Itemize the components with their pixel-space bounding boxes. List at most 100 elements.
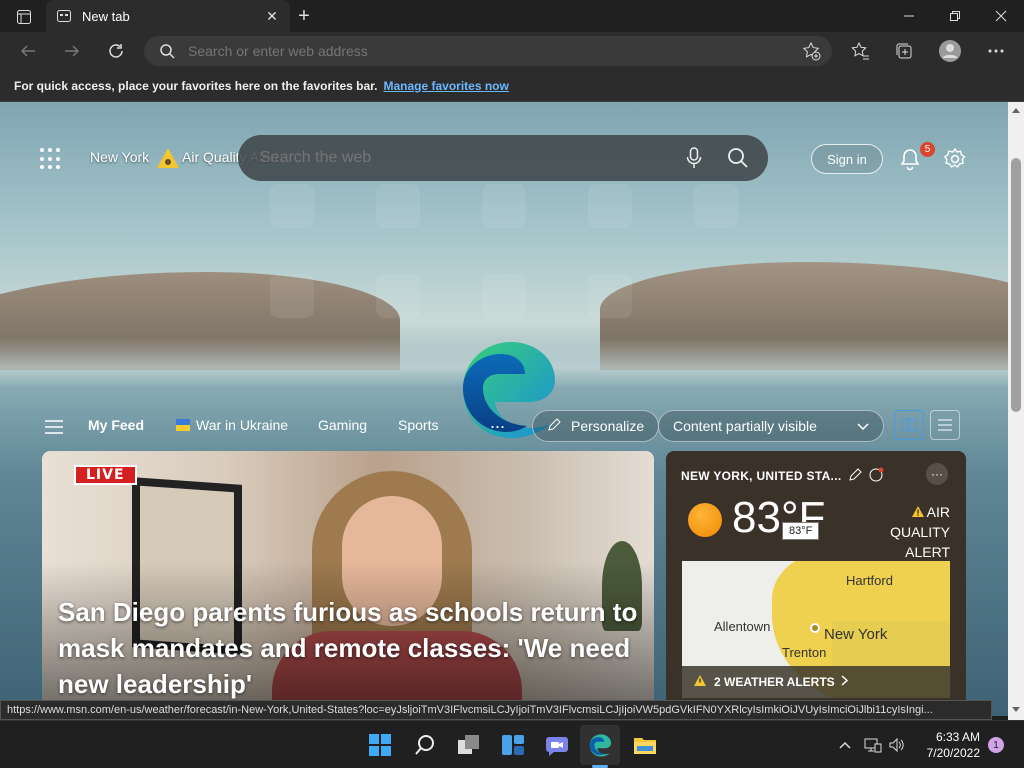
quick-link-tile[interactable] xyxy=(588,184,632,228)
browser-toolbar xyxy=(0,32,1024,70)
sunny-weather-icon xyxy=(688,503,722,537)
scrollbar-thumb[interactable] xyxy=(1011,158,1021,412)
scroll-up-arrow-icon[interactable] xyxy=(1008,102,1024,118)
web-search-box[interactable] xyxy=(238,135,768,181)
address-input[interactable] xyxy=(176,43,800,59)
personalize-button[interactable]: Personalize xyxy=(532,410,660,442)
tab-my-feed[interactable]: My Feed xyxy=(88,417,144,433)
microphone-icon[interactable] xyxy=(680,144,708,172)
chevron-down-icon xyxy=(857,418,869,434)
close-window-button[interactable] xyxy=(978,0,1024,32)
favorites-bar: For quick access, place your favorites h… xyxy=(0,70,1024,102)
manage-favorites-link[interactable]: Manage favorites now xyxy=(383,79,508,93)
quick-link-tile[interactable] xyxy=(588,274,632,318)
search-icon[interactable] xyxy=(411,731,439,759)
hero-headline[interactable]: San Diego parents furious as schools ret… xyxy=(58,594,638,702)
task-view-icon[interactable] xyxy=(455,731,483,759)
new-tab-page: New York Air Quality Alert Sign in 5 xyxy=(0,102,1008,716)
network-icon[interactable] xyxy=(864,736,882,754)
chevron-right-icon xyxy=(841,675,848,689)
back-icon[interactable] xyxy=(14,37,42,65)
scroll-down-arrow-icon[interactable] xyxy=(1008,702,1024,718)
notification-count-badge: 5 xyxy=(920,142,935,157)
new-tab-button[interactable]: + xyxy=(294,5,314,27)
pencil-icon xyxy=(547,417,561,435)
more-topics-button[interactable]: ... xyxy=(490,412,505,433)
weather-alerts-label: 2 WEATHER ALERTS xyxy=(714,675,835,689)
quick-link-tile[interactable] xyxy=(270,184,314,228)
search-icon[interactable] xyxy=(724,144,752,172)
quick-link-tile[interactable] xyxy=(482,274,526,318)
system-clock[interactable]: 6:33 AM 7/20/2022 xyxy=(920,729,980,761)
search-icon xyxy=(158,42,176,60)
quick-link-tile[interactable] xyxy=(270,274,314,318)
quick-link-tile[interactable] xyxy=(376,274,420,318)
tab-war-in-ukraine-label: War in Ukraine xyxy=(196,417,289,433)
content-visibility-label: Content partially visible xyxy=(673,418,817,434)
clock-date: 7/20/2022 xyxy=(926,746,980,760)
list-layout-icon[interactable] xyxy=(930,410,960,440)
live-badge: LIVE xyxy=(74,465,137,485)
location-settings-icon[interactable] xyxy=(868,467,884,483)
refresh-icon[interactable] xyxy=(102,37,130,65)
ukraine-flag-icon xyxy=(176,419,190,431)
edit-location-pencil-icon[interactable] xyxy=(848,468,862,482)
sign-in-button[interactable]: Sign in xyxy=(811,144,883,174)
grid-layout-icon[interactable] xyxy=(894,410,924,440)
weather-card[interactable]: NEW YORK, UNITED STA... ··· 83°F 83°F AI… xyxy=(666,451,966,716)
clock-time: 6:33 AM xyxy=(935,730,980,744)
notification-center-badge[interactable]: 1 xyxy=(988,737,1004,753)
hamburger-menu-icon[interactable] xyxy=(44,420,64,434)
air-quality-warning-icon xyxy=(156,146,180,170)
tab-actions-icon[interactable] xyxy=(10,7,38,27)
temperature-tooltip: 83°F xyxy=(782,522,820,540)
quick-link-tile[interactable] xyxy=(694,184,738,228)
forward-icon[interactable] xyxy=(58,37,86,65)
app-launcher-icon[interactable] xyxy=(40,148,62,170)
page-settings-gear-icon[interactable] xyxy=(943,147,967,171)
weather-more-options-icon[interactable]: ··· xyxy=(926,463,948,485)
file-explorer-icon[interactable] xyxy=(631,731,659,759)
tab-close-icon[interactable]: ✕ xyxy=(264,8,280,24)
quick-link-tile[interactable] xyxy=(482,184,526,228)
weather-location: NEW YORK, UNITED STA... xyxy=(681,469,842,483)
map-location-pin-icon xyxy=(810,623,820,633)
tab-title: New tab xyxy=(82,8,130,24)
widgets-icon[interactable] xyxy=(499,731,527,759)
windows-taskbar: 6:33 AM 7/20/2022 1 xyxy=(0,720,1024,768)
profile-avatar-icon[interactable] xyxy=(936,37,964,65)
quick-link-tile[interactable] xyxy=(376,184,420,228)
collections-icon[interactable] xyxy=(890,37,918,65)
title-bar: New tab ✕ + xyxy=(0,0,1024,32)
show-hidden-icons-chevron-icon[interactable] xyxy=(836,736,854,754)
temperature-number: 83 xyxy=(732,493,781,542)
add-favorite-icon[interactable] xyxy=(800,40,822,62)
restore-button[interactable] xyxy=(932,0,978,32)
web-search-input[interactable] xyxy=(238,149,680,167)
location-label[interactable]: New York xyxy=(90,149,149,165)
windows-start-icon[interactable] xyxy=(366,731,394,759)
favorites-icon[interactable] xyxy=(846,37,874,65)
tab-gaming[interactable]: Gaming xyxy=(318,417,367,433)
favorites-bar-message: For quick access, place your favorites h… xyxy=(14,78,378,93)
warning-icon xyxy=(911,504,927,520)
link-status-bar: https://www.msn.com/en-us/weather/foreca… xyxy=(0,700,992,720)
personalize-label: Personalize xyxy=(571,418,645,434)
address-bar[interactable] xyxy=(144,36,832,66)
edge-browser-icon[interactable] xyxy=(586,731,614,759)
content-visibility-dropdown[interactable]: Content partially visible xyxy=(658,410,884,442)
warning-icon xyxy=(694,675,706,689)
volume-icon[interactable] xyxy=(888,736,906,754)
teams-chat-icon[interactable] xyxy=(543,731,571,759)
tab-war-in-ukraine[interactable]: War in Ukraine xyxy=(176,417,288,433)
weather-alerts-link[interactable]: 2 WEATHER ALERTS xyxy=(682,666,950,698)
page-scrollbar[interactable] xyxy=(1008,102,1024,720)
new-tab-favicon-icon xyxy=(56,8,72,24)
minimize-button[interactable] xyxy=(886,0,932,32)
tab-sports[interactable]: Sports xyxy=(398,417,438,433)
weather-air-quality-alert[interactable]: AIR QUALITY ALERT xyxy=(852,502,950,562)
tab-new-tab[interactable]: New tab ✕ xyxy=(46,0,290,32)
map-city-label: Hartford xyxy=(846,573,893,588)
settings-more-icon[interactable] xyxy=(982,37,1010,65)
map-city-label: Allentown xyxy=(714,619,771,634)
